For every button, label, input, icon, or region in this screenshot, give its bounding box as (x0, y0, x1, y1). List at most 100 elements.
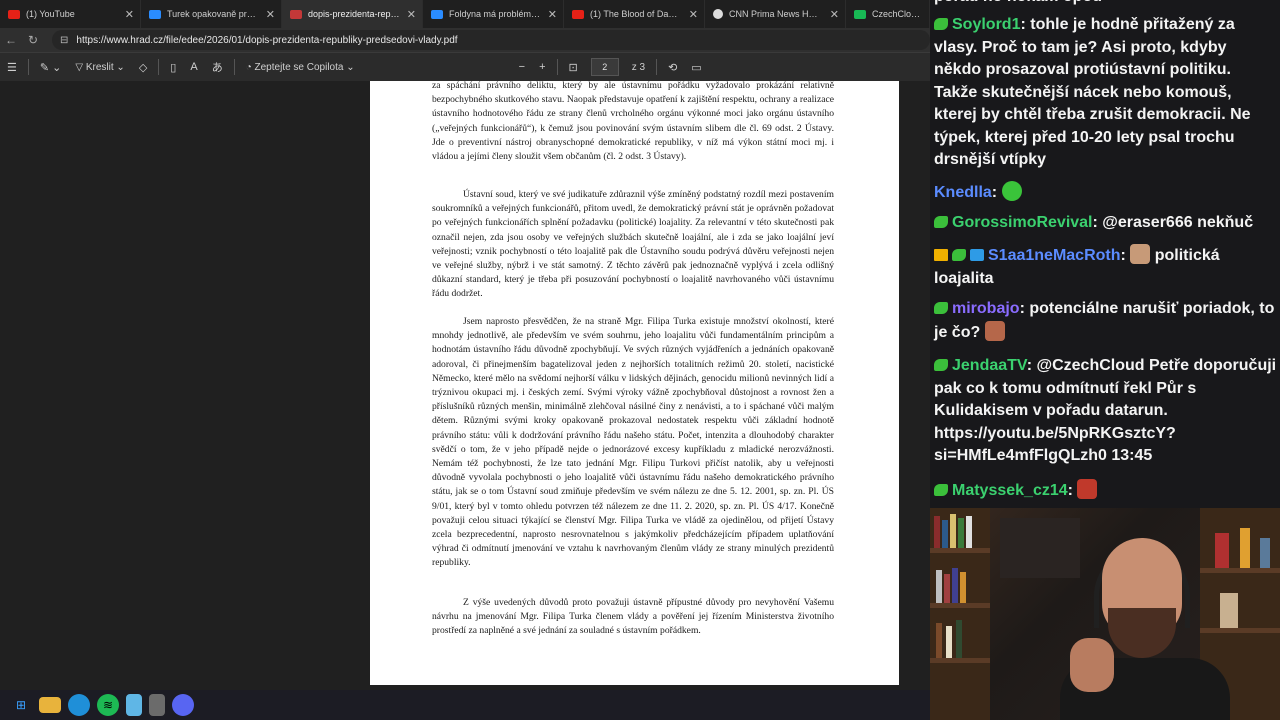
cube-badge-icon (970, 249, 984, 261)
close-icon[interactable]: ✕ (548, 8, 557, 21)
tab-cnn[interactable]: CNN Prima News HD Sleduj ✕ (705, 0, 846, 28)
fit-page-icon[interactable]: ⊡ (562, 61, 585, 74)
chat-message: Matyssek_cz14: (934, 479, 1278, 503)
chat-username[interactable]: JendaaTV (952, 357, 1027, 374)
site-icon (149, 9, 161, 19)
tab-title: (1) YouTube (26, 9, 75, 19)
zoom-out-button[interactable]: − (512, 61, 532, 73)
notepad-icon[interactable] (126, 694, 142, 716)
paragraph: Ústavní soud, který ve své judikatuře zd… (432, 189, 834, 300)
discord-icon[interactable] (172, 694, 194, 716)
tab-title: CNN Prima News HD Sleduj (729, 9, 824, 19)
reload-icon[interactable]: ↻ (22, 33, 44, 47)
tab-pdf[interactable]: dopis-prezidenta-republiky-p ✕ (282, 0, 423, 28)
translate-icon[interactable]: あ (205, 59, 230, 75)
close-icon[interactable]: ✕ (407, 8, 416, 21)
book (942, 520, 948, 548)
shelf-board (1200, 568, 1280, 573)
colon: : (1020, 16, 1031, 33)
page-view-icon[interactable]: ▯ (163, 61, 183, 74)
calculator-icon[interactable] (149, 694, 165, 716)
tab-youtube[interactable]: (1) YouTube ✕ (0, 0, 141, 28)
pdf-page: za spáchání právního deliktu, který by a… (370, 81, 899, 685)
pdf-toolbar: ☰ ✎ ⌄ ▽ Kreslit ⌄ ◇ ▯ A あ ◔ Zeptejte se … (0, 52, 930, 81)
chat-username[interactable]: Soylord1 (952, 16, 1020, 33)
chat-username[interactable]: S1aa1neMacRoth (988, 247, 1121, 264)
tab-foldyna[interactable]: Foldyna má problém s vyslov ✕ (423, 0, 564, 28)
crown-badge-icon (934, 249, 948, 261)
door (1000, 518, 1080, 578)
pdf-viewer[interactable]: za spáchání právního deliktu, který by a… (0, 81, 930, 690)
chat-username[interactable]: mirobajo (952, 300, 1020, 317)
chat-username[interactable]: GorossimoRevival (952, 214, 1093, 231)
shelf-board (930, 658, 990, 663)
edge-icon[interactable] (68, 694, 90, 716)
two-page-icon[interactable]: ▭ (684, 61, 708, 74)
taskbar: ⊞ ≋ (0, 690, 930, 720)
page-total: z 3 (631, 61, 646, 73)
tab-title: dopis-prezidenta-republiky-p (308, 9, 401, 19)
back-icon[interactable]: ← (0, 33, 22, 47)
file-explorer-icon[interactable] (39, 697, 61, 713)
url-text: https://www.hrad.cz/file/edee/2026/01/do… (76, 34, 458, 46)
close-icon[interactable]: ✕ (689, 8, 698, 21)
close-icon[interactable]: ✕ (125, 8, 134, 21)
chat-message: GorossimoRevival: @eraser666 nekňuč (934, 212, 1278, 235)
book (966, 516, 972, 548)
divider (556, 59, 558, 75)
contents-icon[interactable]: ☰ (0, 61, 24, 74)
paragraph: Jsem naprosto přesvědčen, že na straně M… (432, 316, 834, 569)
figure (1260, 538, 1270, 568)
face-emote-icon (984, 320, 1005, 341)
tab-title: Foldyna má problém s vyslov (449, 9, 542, 19)
badge-icon (934, 216, 948, 228)
close-icon[interactable]: ✕ (830, 8, 839, 21)
figure (1240, 528, 1250, 568)
badge-icon (934, 18, 948, 30)
paragraph: Z výše uvedených důvodů proto považuji ú… (432, 597, 834, 637)
divider (27, 59, 29, 75)
tab-turek[interactable]: Turek opakovaně prokazoval ✕ (141, 0, 282, 28)
close-icon[interactable]: ✕ (266, 8, 275, 21)
draw-label: Kreslit (85, 61, 114, 73)
chat-message: Soylord1: tohle je hodně přitažený za vl… (934, 14, 1278, 172)
badge-icon (934, 484, 948, 496)
figure (1220, 593, 1238, 628)
chat-username[interactable]: Knedlla (934, 184, 992, 201)
eraser-icon[interactable]: ◇ (132, 61, 154, 74)
draw-button[interactable]: ▽ Kreslit ⌄ (68, 62, 131, 73)
chat-message: JendaaTV: @CzechCloud Petře doporučuji p… (934, 355, 1278, 468)
site-info-icon[interactable]: ⊟ (60, 35, 68, 46)
tab-dawnwalker[interactable]: (1) The Blood of Dawnwalker ✕ (564, 0, 705, 28)
book (958, 518, 964, 548)
colon: : (1092, 214, 1103, 231)
chat-message-fragment: pořád no hokam opod (934, 0, 1278, 9)
book (936, 623, 942, 658)
green-face-emote-icon (1001, 181, 1022, 201)
url-field[interactable]: ⊟ https://www.hrad.cz/file/edee/2026/01/… (52, 30, 930, 50)
read-aloud-icon[interactable]: A (183, 61, 204, 73)
zoom-in-button[interactable]: + (532, 61, 552, 73)
paragraph: za spáchání právního deliktu, který by a… (432, 81, 834, 163)
chat-panel[interactable]: pořád no hokam opod Soylord1: tohle je h… (930, 0, 1280, 508)
spotify-icon[interactable]: ≋ (97, 694, 119, 716)
chat-text: tohle je hodně přitažený za vlasy. Proč … (934, 16, 1251, 168)
badge-icon (934, 359, 948, 371)
copilot-button[interactable]: ◔ Zeptejte se Copilota ⌄ (239, 62, 362, 73)
face-emote-icon (1130, 244, 1151, 264)
youtube-icon (572, 9, 584, 19)
chat-username[interactable]: Matyssek_cz14 (952, 482, 1068, 499)
copilot-label: Zeptejte se Copilota (254, 61, 344, 73)
windows-start-icon[interactable]: ⊞ (10, 694, 32, 716)
shelf-board (930, 603, 990, 608)
pdf-icon (290, 9, 302, 19)
rotate-icon[interactable]: ⟲ (661, 61, 684, 74)
highlight-icon[interactable]: ✎ ⌄ (33, 61, 69, 74)
book (956, 620, 962, 658)
page-number-input[interactable]: 2 (590, 58, 619, 76)
tab-czechcloud[interactable]: CzechCloud Str (846, 0, 930, 28)
book (960, 572, 966, 603)
angry-face-emote-icon (1077, 479, 1098, 499)
address-bar-row: ← ↻ ⊟ https://www.hrad.cz/file/edee/2026… (0, 28, 930, 52)
shelf-board (930, 548, 990, 553)
